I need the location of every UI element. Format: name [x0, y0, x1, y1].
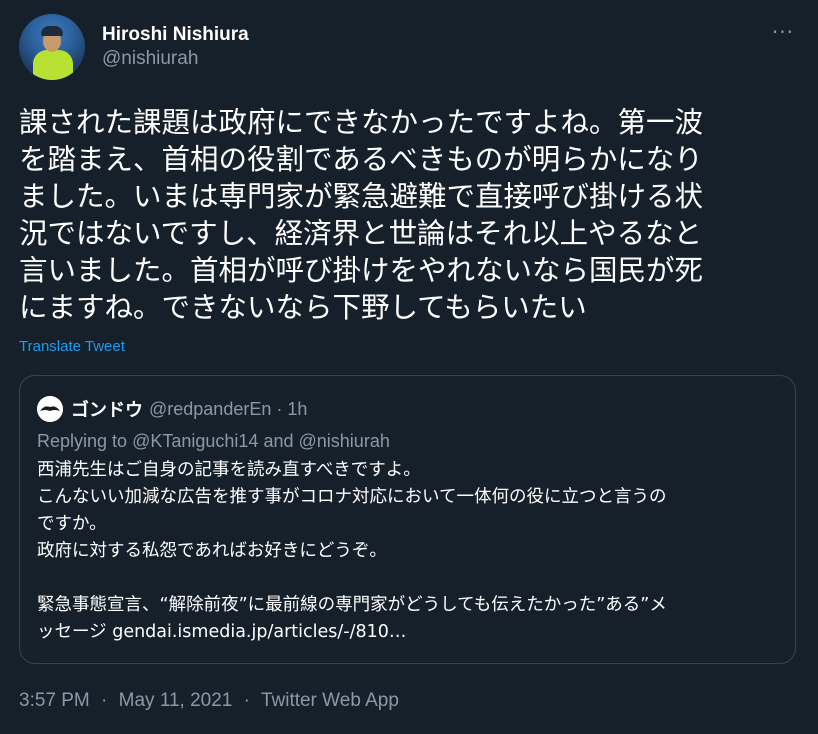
quoted-replying-to: Replying to @KTaniguchi14 and @nishiurah: [37, 431, 390, 452]
tweet-time[interactable]: 3:57 PM: [19, 690, 90, 711]
avatar-cap: [41, 26, 63, 36]
quoted-display-name[interactable]: ゴンドウ: [71, 396, 143, 422]
quoted-avatar: [37, 396, 63, 422]
avatar-shirt: [33, 50, 73, 80]
author-names: Hiroshi Nishiura @nishiurah: [102, 23, 249, 71]
quoted-tweet-text: 西浦先生はご自身の記事を読み直すべきですよ。 こんないい加減な広告を推す事がコロ…: [37, 460, 667, 642]
quoted-separator: ·: [276, 398, 283, 419]
tweet-header: Hiroshi Nishiura @nishiurah: [19, 14, 249, 80]
translate-tweet-link[interactable]: Translate Tweet: [19, 338, 125, 355]
tweet-date[interactable]: May 11, 2021: [119, 690, 233, 711]
tweet-text: 課された課題は政府にできなかったですよね。第一波 を踏まえ、首相の役割であるべき…: [19, 106, 704, 324]
mention-nishiurah[interactable]: @nishiurah: [299, 431, 390, 451]
replying-and-label: and: [263, 431, 294, 451]
tweet: Hiroshi Nishiura @nishiurah ··· 課された課題は政…: [0, 0, 818, 734]
mention-ktaniguchi14[interactable]: @KTaniguchi14: [132, 431, 258, 451]
tweet-source[interactable]: Twitter Web App: [261, 690, 399, 711]
quoted-tweet[interactable]: ゴンドウ @redpanderEn · 1h Replying to @KTan…: [19, 375, 796, 664]
quoted-timestamp[interactable]: 1h: [287, 399, 307, 420]
meta-separator: ·: [243, 690, 250, 711]
author-handle[interactable]: @nishiurah: [102, 47, 249, 71]
quoted-handle[interactable]: @redpanderEn: [149, 399, 271, 420]
replying-to-label: Replying to: [37, 431, 128, 451]
more-options-icon[interactable]: ···: [772, 20, 794, 44]
avatar[interactable]: [19, 14, 85, 80]
tweet-metadata: 3:57 PM · May 11, 2021 · Twitter Web App: [19, 690, 399, 712]
quoted-tweet-header: ゴンドウ @redpanderEn · 1h: [37, 396, 307, 422]
author-display-name[interactable]: Hiroshi Nishiura: [102, 23, 249, 47]
meta-separator: ·: [101, 690, 108, 711]
